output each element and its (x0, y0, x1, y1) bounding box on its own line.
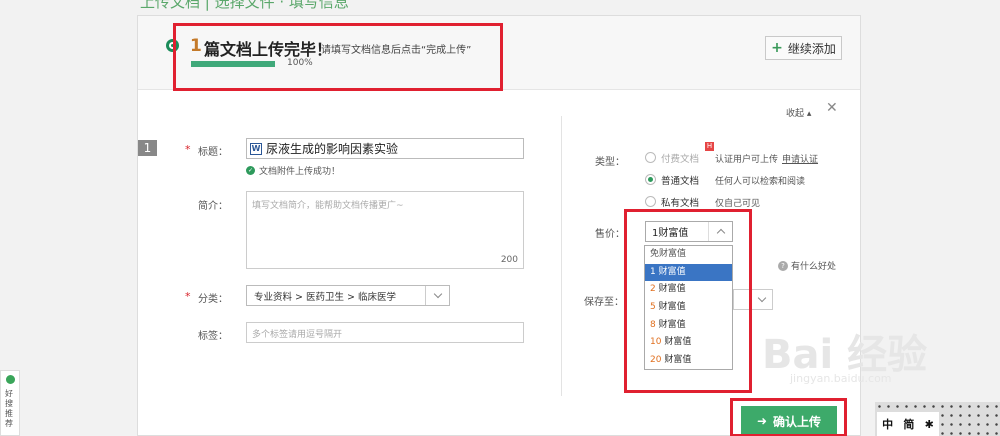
price-label: 售价： (595, 229, 625, 240)
page-header-strip: 上传文档 | 选择文件 · 填写信息 (0, 0, 1000, 14)
side-tab-label: 好搜推荐 (5, 389, 13, 428)
continue-add-label: 继续添加 (787, 41, 836, 56)
ime-settings-icon[interactable]: ✱ (925, 418, 934, 431)
chevron-down-icon (750, 290, 772, 309)
private-doc-desc: 仅自己可见 (715, 199, 761, 209)
save-to-label: 保存至： (584, 297, 624, 308)
column-divider (561, 116, 562, 396)
summary-char-count: 200 (500, 255, 518, 265)
baidu-watermark-url: jingyan.baidu.com (790, 372, 892, 385)
annotation-box-price (624, 209, 752, 393)
option-paid-doc: 付费文档 (661, 154, 700, 165)
radio-normal-doc[interactable] (645, 174, 656, 185)
category-select[interactable]: 专业资料 > 医药卫生 > 临床医学 (246, 285, 450, 306)
tags-placeholder: 多个标签请用逗号隔开 (252, 330, 343, 340)
annotation-box-confirm (730, 398, 847, 436)
question-icon: ? (778, 260, 788, 271)
type-label: 类型： (595, 157, 625, 168)
recommend-dot-icon (6, 375, 15, 384)
summary-textarea[interactable]: 填写文档简介，能帮助文档传播更广~ 200 (246, 191, 524, 269)
plus-icon: + (771, 40, 783, 56)
category-label: 分类： (198, 294, 228, 305)
option-normal-doc: 普通文档 (661, 176, 700, 187)
upload-success-note: ✓ 文档附件上传成功！ (246, 164, 340, 177)
check-circle-icon: ✓ (246, 166, 255, 175)
chevron-down-icon (425, 286, 449, 305)
tags-label: 标签： (198, 331, 228, 342)
title-input[interactable]: W 尿液生成的影响因素实验 (246, 138, 524, 159)
option-private-doc: 私有文档 (661, 198, 700, 209)
upload-card: 1 篇文档上传完毕！ 请填写文档信息后点击“完成上传” 100% + 继续添加 … (137, 15, 861, 436)
recommend-side-tab[interactable]: 好搜推荐 (0, 370, 20, 436)
price-help-text: 有什么好处 (791, 262, 837, 272)
summary-placeholder: 填写文档简介，能帮助文档传播更广~ (252, 201, 404, 211)
hot-badge: H (705, 142, 714, 151)
ime-simplified-toggle[interactable]: 简 (903, 416, 914, 432)
radio-paid-doc[interactable] (645, 152, 656, 163)
ime-toolbar-buttons[interactable]: 中 简 ✱ (877, 412, 939, 436)
continue-add-button[interactable]: + 继续添加 (765, 36, 842, 60)
word-doc-icon: W (250, 142, 262, 155)
collapse-toggle[interactable]: 收起 ▴ (786, 106, 811, 119)
page-header-text: 上传文档 | 选择文件 · 填写信息 (140, 0, 349, 11)
upload-success-text: 文档附件上传成功！ (259, 167, 341, 177)
radio-private-doc[interactable] (645, 196, 656, 207)
title-value: 尿液生成的影响因素实验 (266, 142, 399, 156)
close-icon[interactable]: ✕ (826, 100, 838, 116)
paid-doc-desc: 认证用户可上传 (715, 155, 779, 165)
document-index: 1 (138, 140, 157, 156)
apply-cert-link[interactable]: 申请认证 (782, 152, 818, 165)
required-star: * (185, 290, 191, 303)
category-value: 专业资料 > 医药卫生 > 临床医学 (254, 291, 396, 303)
ime-chinese-toggle[interactable]: 中 (882, 416, 893, 432)
price-help-link[interactable]: ? 有什么好处 (778, 259, 836, 272)
annotation-box-status (173, 23, 503, 91)
normal-doc-desc: 任何人可以检索和阅读 (715, 177, 806, 187)
required-star: * (185, 143, 191, 156)
title-label: 标题： (198, 147, 228, 158)
summary-label: 简介： (198, 201, 228, 212)
upload-status-header: 1 篇文档上传完毕！ 请填写文档信息后点击“完成上传” 100% + 继续添加 (138, 16, 860, 91)
tags-input[interactable]: 多个标签请用逗号隔开 (246, 322, 524, 343)
